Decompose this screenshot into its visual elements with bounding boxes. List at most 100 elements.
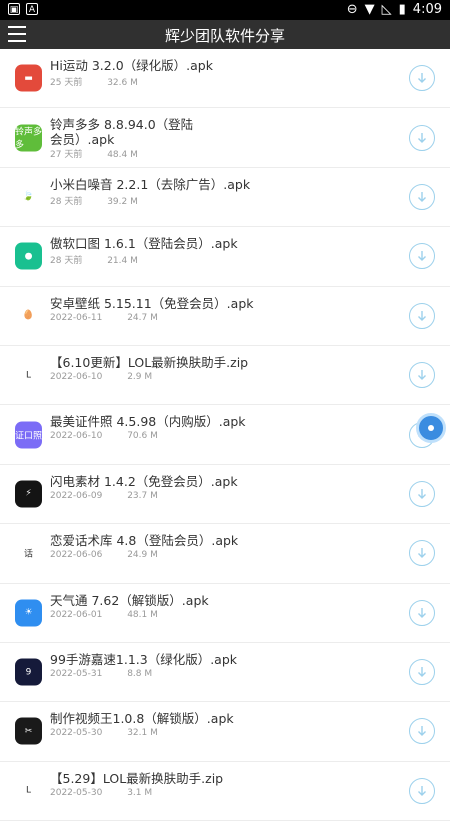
file-meta: 2022-06-11 24.7 M: [50, 313, 158, 323]
file-date: 2022-06-09: [50, 490, 103, 501]
list-item[interactable]: ▬ Hi运动 3.2.0（绿化版）.apk 25 天前 32.6 M: [0, 49, 450, 109]
file-size: 3.1 M: [127, 787, 153, 798]
file-name: 制作视频王1.0.8（解锁版）.apk: [50, 711, 234, 727]
status-time: 4:09: [412, 2, 442, 17]
download-button[interactable]: [409, 659, 435, 686]
file-name: 恋爱话术库 4.8（登陆会员）.apk: [50, 533, 239, 549]
file-name: 铃声多多 8.8.94.0（登陆会员）.apk: [50, 117, 194, 148]
download-button[interactable]: [409, 718, 435, 745]
file-name: Hi运动 3.2.0（绿化版）.apk: [50, 58, 213, 73]
download-button[interactable]: [409, 599, 435, 626]
file-meta: 2022-05-30 32.1 M: [50, 728, 158, 738]
camera-icon: 证口照: [15, 421, 42, 449]
file-size: 32.1 M: [127, 728, 158, 739]
file-date: 2022-05-30: [50, 728, 103, 739]
file-size: 48.4 M: [107, 150, 138, 161]
weather-icon: ☀: [15, 599, 42, 627]
gallery-notification-icon: ▣: [8, 3, 20, 15]
game-speed-icon: 9: [15, 658, 42, 686]
download-arrow-icon: [418, 73, 426, 84]
file-meta: 28 天前 39.2 M: [50, 194, 138, 207]
download-button[interactable]: [409, 362, 435, 389]
list-item[interactable]: 🥚 安卓壁纸 5.15.11（免登会员）.apk 2022-06-11 24.7…: [0, 287, 450, 346]
file-list: ▬ Hi运动 3.2.0（绿化版）.apk 25 天前 32.6 M 铃声多多 …: [0, 49, 450, 821]
download-arrow-icon: [418, 132, 426, 143]
battery-icon: ▮: [398, 2, 406, 17]
file-name: 【5.29】LOL最新换肤助手.zip: [50, 770, 224, 786]
file-meta: 2022-06-10 2.9 M: [50, 372, 152, 382]
download-button[interactable]: [409, 65, 435, 92]
dnd-icon: ⊖: [346, 2, 358, 17]
download-button[interactable]: [409, 243, 435, 270]
file-meta: 25 天前 32.6 M: [50, 75, 138, 88]
list-item[interactable]: ● 傲软口图 1.6.1（登陆会员）.apk 28 天前 21.4 M: [0, 227, 450, 287]
no-sim-icon: ◺: [381, 2, 392, 17]
font-notification-icon: A: [26, 3, 38, 15]
file-name: 小米白噪音 2.2.1（去除广告）.apk: [50, 176, 251, 192]
lol-logo-icon: L: [15, 361, 42, 389]
file-meta: 2022-06-06 24.9 M: [50, 550, 158, 560]
file-date: 28 天前: [50, 196, 83, 207]
list-item[interactable]: 证口照 最美证件照 4.5.98（内购版）.apk 2022-06-10 70.…: [0, 405, 450, 465]
file-date: 2022-06-10: [50, 371, 103, 382]
file-size: 70.6 M: [127, 431, 158, 442]
file-name: 傲软口图 1.6.1（登陆会员）.apk: [50, 236, 238, 252]
list-item[interactable]: 🍃 小米白噪音 2.2.1（去除广告）.apk 28 天前 39.2 M: [0, 168, 450, 228]
file-size: 2.9 M: [127, 371, 153, 382]
file-size: 8.8 M: [127, 668, 153, 679]
list-item[interactable]: ✂ 制作视频王1.0.8（解锁版）.apk 2022-05-30 32.1 M: [0, 702, 450, 762]
download-button[interactable]: [409, 302, 435, 329]
list-item[interactable]: 9 99手游嘉速1.1.3（绿化版）.apk 2022-05-31 8.8 M: [0, 643, 450, 703]
file-size: 32.6 M: [107, 78, 138, 88]
status-bar: ▣ A ⊖ ▼ ◺ ▮ 4:09: [0, 0, 450, 20]
file-meta: 28 天前 21.4 M: [50, 253, 138, 266]
file-size: 39.2 M: [107, 196, 138, 207]
file-name: 最美证件照 4.5.98（内购版）.apk: [50, 414, 246, 430]
scissors-icon: ✂: [15, 717, 42, 745]
lightning-icon: ⚡: [15, 480, 42, 508]
download-arrow-icon: [418, 191, 426, 202]
download-arrow-icon: [418, 726, 426, 737]
leaf-icon: 🍃: [15, 183, 42, 211]
download-arrow-icon: [418, 251, 426, 262]
file-meta: 27 天前 48.4 M: [50, 147, 138, 160]
download-arrow-icon: [418, 667, 426, 678]
file-date: 2022-06-01: [50, 609, 103, 620]
file-name: 【6.10更新】LOL最新换肤助手.zip: [50, 354, 249, 370]
list-item[interactable]: ⚡ 闪电素材 1.4.2（免登会员）.apk 2022-06-09 23.7 M: [0, 465, 450, 525]
file-date: 2022-06-11: [50, 312, 103, 323]
file-name: 闪电素材 1.4.2（免登会员）.apk: [50, 473, 238, 489]
download-button[interactable]: [409, 540, 435, 567]
floating-assist-button[interactable]: [416, 413, 446, 443]
file-size: 23.7 M: [127, 490, 158, 501]
file-meta: 2022-06-10 70.6 M: [50, 431, 158, 441]
ringtone-icon: 铃声多多: [15, 124, 42, 152]
file-meta: 2022-06-09 23.7 M: [50, 491, 158, 501]
list-item[interactable]: 铃声多多 铃声多多 8.8.94.0（登陆会员）.apk 27 天前 48.4 …: [0, 108, 450, 168]
download-arrow-icon: [418, 607, 426, 618]
lol-logo-icon: L: [15, 777, 42, 805]
file-date: 28 天前: [50, 256, 83, 267]
list-item[interactable]: ☀ 天气通 7.62（解锁版）.apk 2022-06-01 48.1 M: [0, 584, 450, 643]
list-item[interactable]: L 【6.10更新】LOL最新换肤助手.zip 2022-06-10 2.9 M: [0, 346, 450, 406]
download-arrow-icon: [418, 370, 426, 381]
dumbbell-icon: ▬: [15, 64, 42, 92]
download-arrow-icon: [418, 785, 426, 796]
download-button[interactable]: [409, 480, 435, 507]
file-date: 2022-06-06: [50, 550, 103, 561]
list-item[interactable]: L 【5.29】LOL最新换肤助手.zip 2022-05-30 3.1 M: [0, 762, 450, 821]
download-button[interactable]: [409, 124, 435, 151]
file-meta: 2022-05-31 8.8 M: [50, 669, 152, 679]
egg-icon: 🥚: [15, 302, 42, 330]
download-button[interactable]: [409, 183, 435, 210]
chat-library-icon: 话: [15, 539, 42, 567]
drop-icon: ●: [15, 242, 42, 270]
file-date: 2022-05-30: [50, 787, 103, 798]
file-size: 48.1 M: [127, 609, 158, 620]
download-arrow-icon: [418, 310, 426, 321]
file-date: 2022-05-31: [50, 668, 103, 679]
file-name: 99手游嘉速1.1.3（绿化版）.apk: [50, 651, 238, 667]
file-meta: 2022-05-30 3.1 M: [50, 788, 152, 798]
download-arrow-icon: [418, 548, 426, 559]
list-item[interactable]: 话 恋爱话术库 4.8（登陆会员）.apk 2022-06-06 24.9 M: [0, 524, 450, 584]
